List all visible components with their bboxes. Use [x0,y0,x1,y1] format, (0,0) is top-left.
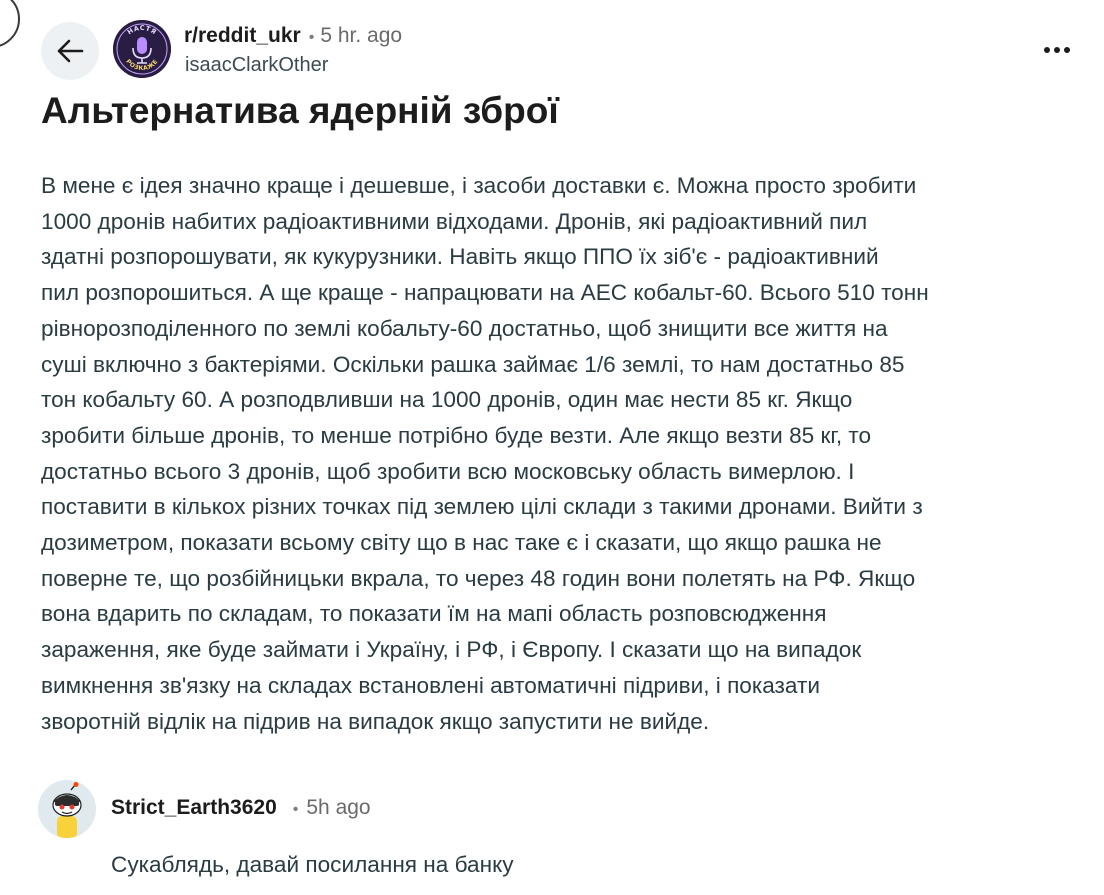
subreddit-link[interactable]: r/reddit_ukr [184,24,301,48]
comment-text: Сукаблядь, давай посилання на банку [111,852,514,877]
post-time: 5 hr. ago [320,24,403,47]
meta-separator: • [308,29,315,46]
post-body-line: вона вдарить по складам, то показати їм … [41,601,827,627]
more-dot [1064,47,1070,53]
post-body-line: суші включно з бактеріями. Оскільки рашк… [41,351,905,377]
post-body-line: рівнорозподіленного по землі кобальту-60… [41,315,888,341]
snoo-avatar-icon [38,780,96,838]
post-body: В мене є ідея значно краще і дешевше, і … [41,168,1091,739]
more-options-icon[interactable] [1040,40,1074,60]
post-author[interactable]: isaacClarkOther [185,54,328,77]
post-body-line: тон кобальту 60. А розподвливши на 1000 … [41,387,853,413]
more-dot [1044,47,1050,53]
post-body-line: пил розпорошиться. А ще краще - напрацюв… [41,280,929,306]
post-body-line: зворотній відлік на підрив на випадок як… [41,708,710,734]
more-dot [1054,47,1060,53]
comment-meta: Strict_Earth3620 • 5h ago [111,796,371,820]
post-body-line: зробити більше дронів, то менше потрібно… [41,422,872,448]
post-body-line: зараження, яке буде займати і Україну, і… [41,637,862,663]
comment-author[interactable]: Strict_Earth3620 [111,796,277,820]
comment-author-avatar[interactable] [38,780,96,838]
partial-close-icon[interactable] [0,0,20,48]
post-body-line: дозиметром, показати всьому світу що в н… [41,530,882,556]
post-body-line: здатні розпорошувати, як кукурузники. На… [41,244,879,270]
post-body-line: достатньо всього 3 дронів, щоб зробити в… [41,458,855,484]
post-meta: r/reddit_ukr • 5 hr. ago [184,24,402,48]
back-button[interactable] [41,22,99,80]
arrow-left-icon [57,39,84,63]
comment-time: 5h ago [306,796,371,819]
meta-separator: • [292,801,299,818]
post-body-line: поставити в кількох різних точках під зе… [41,494,923,520]
post-title: Альтернатива ядерній зброї [41,90,559,131]
post-body-line: поверне те, що розбійницьки вкрала, то ч… [41,565,916,591]
post-body-line: В мене є ідея значно краще і дешевше, і … [41,173,917,198]
podcast-logo-icon: НАСТЯ РОЗКАЖЕ [113,20,171,78]
post-body-line: 1000 дронів набитих радіоактивними відхо… [41,208,868,234]
post-body-line: вимкнення зв'язку на складах встановлені… [41,672,820,698]
subreddit-avatar[interactable]: НАСТЯ РОЗКАЖЕ [113,20,171,78]
